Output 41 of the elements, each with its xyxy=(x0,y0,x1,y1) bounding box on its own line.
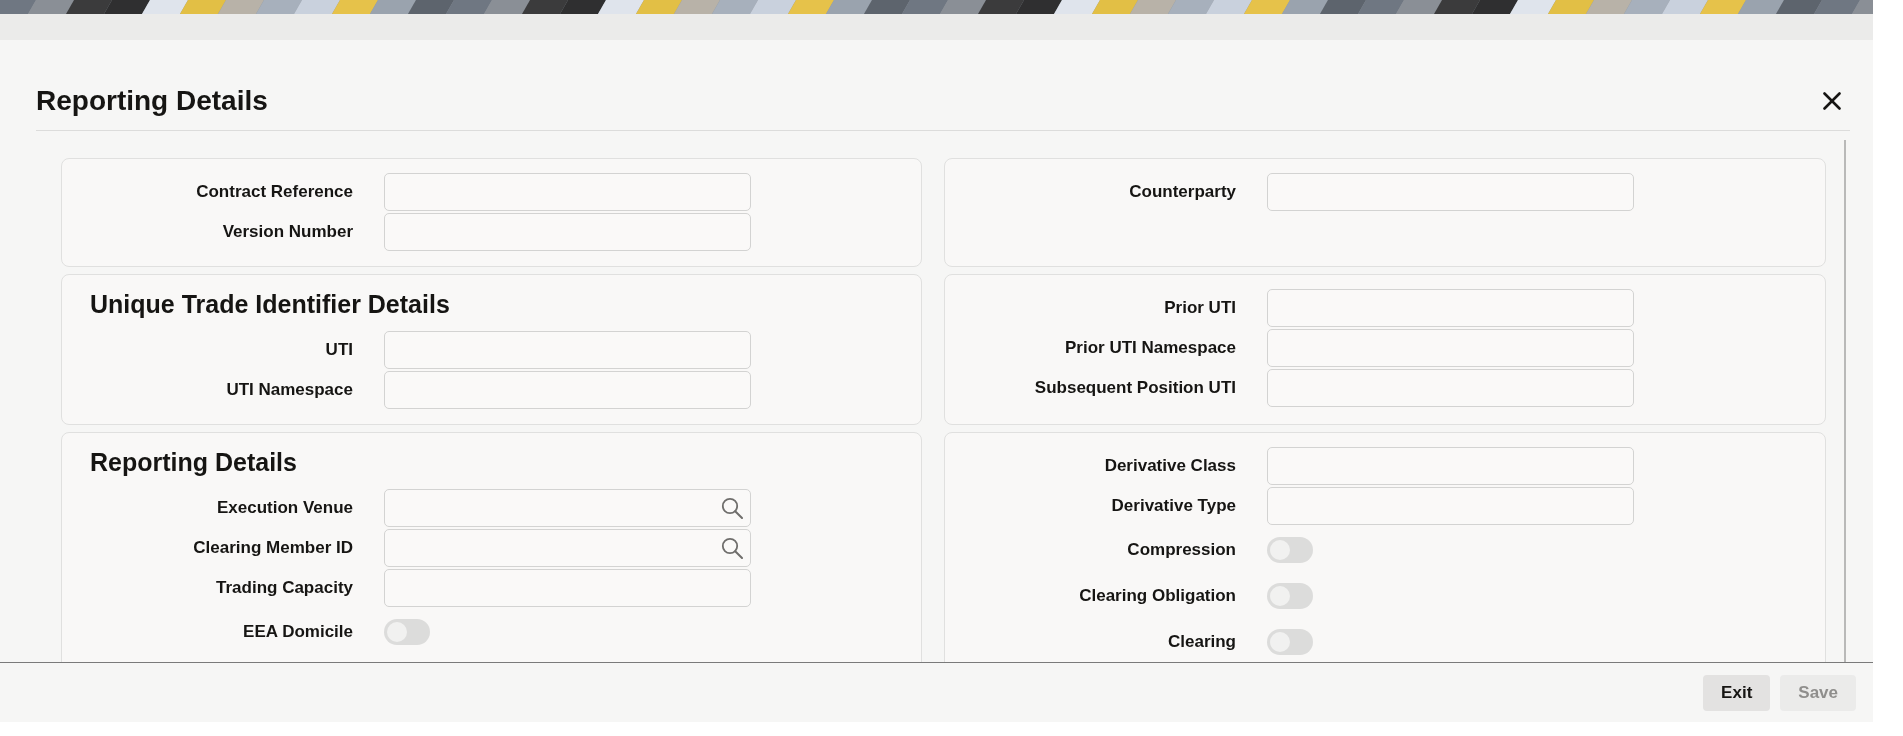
field-label: Prior UTI xyxy=(1164,298,1236,318)
field-label: Trading Capacity xyxy=(216,578,353,598)
toggle-switch[interactable] xyxy=(1267,629,1313,655)
field-label: Subsequent Position UTI xyxy=(1034,378,1236,398)
text-field[interactable] xyxy=(1267,329,1634,367)
section-heading: Unique Trade Identifier Details xyxy=(90,289,450,319)
text-field[interactable] xyxy=(1267,289,1634,327)
field-label: Clearing xyxy=(1167,632,1236,652)
field-label: Prior UTI Namespace xyxy=(1065,338,1236,358)
dialog-title: Reporting Details xyxy=(36,84,268,118)
field-label: Execution Venue xyxy=(216,498,353,518)
field-label: Counterparty xyxy=(1129,182,1236,202)
text-field[interactable] xyxy=(1267,447,1634,485)
field-label: Clearing Member ID xyxy=(193,538,353,558)
field-label: EEA Domicile xyxy=(243,622,353,642)
text-field[interactable] xyxy=(1267,369,1634,407)
field-label: Derivative Type xyxy=(1111,496,1236,516)
lookup-field[interactable] xyxy=(384,489,751,527)
section-heading: Reporting Details xyxy=(90,447,297,477)
toggle-switch[interactable] xyxy=(1267,583,1313,609)
lookup-field[interactable] xyxy=(384,529,751,567)
close-icon[interactable] xyxy=(1823,92,1841,110)
field-label: UTI Namespace xyxy=(226,380,353,400)
search-icon[interactable] xyxy=(721,497,743,519)
field-label: Compression xyxy=(1127,540,1236,560)
field-label: Version Number xyxy=(222,222,353,242)
text-field[interactable] xyxy=(384,173,751,211)
field-label: Derivative Class xyxy=(1104,456,1236,476)
text-field[interactable] xyxy=(384,371,751,409)
field-label: Clearing Obligation xyxy=(1079,586,1236,606)
search-icon[interactable] xyxy=(721,537,743,559)
text-field[interactable] xyxy=(1267,487,1634,525)
field-label: Contract Reference xyxy=(196,182,353,202)
text-field[interactable] xyxy=(1267,173,1634,211)
toggle-switch[interactable] xyxy=(384,619,430,645)
field-label: UTI xyxy=(325,340,353,360)
text-field[interactable] xyxy=(384,213,751,251)
text-field[interactable] xyxy=(384,569,751,607)
footer-button[interactable]: Exit xyxy=(1703,674,1771,711)
toggle-switch[interactable] xyxy=(1267,537,1313,563)
text-field[interactable] xyxy=(384,331,751,369)
